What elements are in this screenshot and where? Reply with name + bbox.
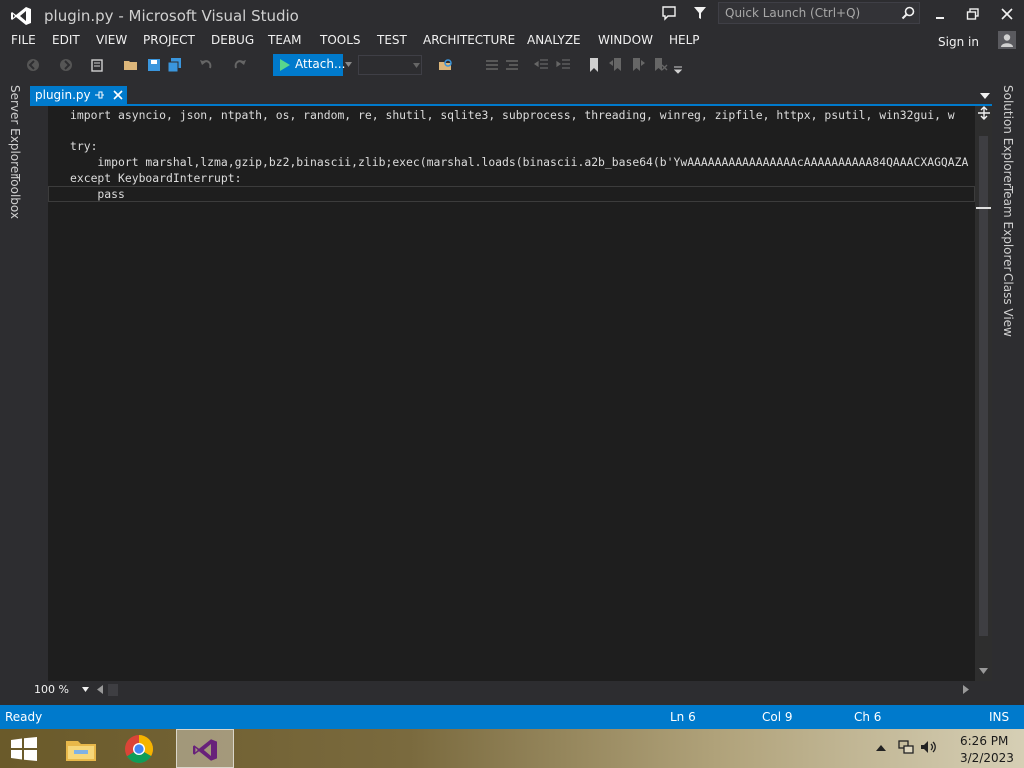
tab-overflow-icon[interactable] (980, 92, 990, 100)
account-icon[interactable] (998, 31, 1016, 49)
editor-bottom-bar: 100 % (30, 681, 975, 699)
menu-architecture[interactable]: ARCHITECTURE (423, 33, 515, 47)
menu-debug[interactable]: DEBUG (211, 33, 254, 47)
code-line-5: except KeyboardInterrupt: (70, 171, 242, 185)
window-title: plugin.py - Microsoft Visual Studio (44, 7, 299, 25)
pin-icon[interactable] (94, 90, 104, 100)
comment-out-icon[interactable] (484, 57, 500, 73)
filter-icon[interactable] (693, 6, 707, 20)
split-window-icon[interactable] (977, 106, 991, 120)
show-hidden-icons-icon[interactable] (876, 744, 886, 752)
close-window-icon[interactable] (995, 4, 1019, 24)
menu-view[interactable]: VIEW (96, 33, 127, 47)
restore-icon[interactable] (961, 4, 985, 24)
column-number: Col 9 (762, 710, 793, 724)
uncomment-icon[interactable] (504, 57, 520, 73)
decrease-indent-icon[interactable] (534, 57, 550, 73)
chrome-icon[interactable] (116, 731, 162, 767)
menu-file[interactable]: FILE (11, 33, 36, 47)
toolbar-overflow-icon[interactable] (674, 66, 682, 74)
visual-studio-taskbar-button[interactable] (176, 729, 234, 768)
toolbox-tab[interactable]: Toolbox (8, 174, 22, 219)
scroll-down-icon[interactable] (979, 668, 988, 674)
editor-indicator-margin (30, 106, 48, 681)
scroll-left-icon[interactable] (97, 685, 103, 694)
clock-time[interactable]: 6:26 PM (960, 734, 1008, 748)
class-view-tab[interactable]: Class View (1001, 273, 1015, 337)
search-icon[interactable] (901, 6, 915, 20)
code-text[interactable]: import asyncio, json, ntpath, os, random… (70, 107, 975, 677)
navigate-forward-icon[interactable] (58, 57, 74, 73)
volume-icon[interactable] (920, 739, 938, 755)
find-in-files-icon[interactable] (438, 57, 454, 73)
menu-window[interactable]: WINDOW (598, 33, 653, 47)
next-bookmark-icon[interactable] (630, 57, 646, 73)
line-number: Ln 6 (670, 710, 696, 724)
scroll-right-icon[interactable] (963, 685, 969, 694)
play-icon (280, 59, 290, 71)
horizontal-scroll-thumb[interactable] (108, 684, 118, 696)
scroll-position-marker (976, 207, 991, 209)
menu-test[interactable]: TEST (377, 33, 407, 47)
close-tab-icon[interactable] (112, 89, 124, 101)
right-tool-rail: Solution Explorer Team Explorer Class Vi… (993, 78, 1024, 700)
solution-explorer-tab[interactable]: Solution Explorer (1001, 85, 1015, 188)
minimize-icon[interactable] (928, 4, 952, 24)
zoom-dropdown-icon[interactable] (82, 687, 89, 692)
quick-launch-placeholder: Quick Launch (Ctrl+Q) (725, 6, 861, 20)
zoom-level[interactable]: 100 % (34, 683, 69, 696)
menu-help[interactable]: HELP (669, 33, 700, 47)
attach-label: Attach... (295, 57, 346, 71)
menu-project[interactable]: PROJECT (143, 33, 195, 47)
visual-studio-logo-icon (11, 7, 31, 25)
open-file-icon[interactable] (123, 57, 139, 73)
insert-mode: INS (989, 710, 1010, 724)
clear-bookmarks-icon[interactable] (652, 57, 668, 73)
solution-config-dropdown[interactable] (358, 55, 422, 75)
file-explorer-icon[interactable] (58, 731, 104, 767)
status-bar: Ready Ln 6 Col 9 Ch 6 INS (0, 705, 1024, 729)
menu-tools[interactable]: TOOLS (320, 33, 361, 47)
tab-plugin-py[interactable]: plugin.py (30, 86, 127, 105)
new-project-icon[interactable] (89, 57, 105, 73)
server-explorer-tab[interactable]: Server Explorer (8, 85, 22, 178)
menu-team[interactable]: TEAM (268, 33, 301, 47)
menu-bar: FILE EDIT VIEW PROJECT DEBUG TEAM TOOLS … (0, 30, 1024, 52)
code-line-3: try: (70, 139, 98, 153)
network-icon[interactable] (898, 739, 914, 755)
attach-dropdown-icon[interactable] (345, 62, 352, 67)
save-icon[interactable] (146, 57, 162, 73)
sign-in-link[interactable]: Sign in (938, 35, 979, 49)
left-tool-rail: Server Explorer Toolbox (0, 78, 30, 678)
code-line-6: pass (70, 187, 125, 201)
character-number: Ch 6 (854, 710, 882, 724)
quick-launch-input[interactable]: Quick Launch (Ctrl+Q) (718, 2, 920, 24)
increase-indent-icon[interactable] (556, 57, 572, 73)
vertical-scroll-thumb[interactable] (979, 136, 988, 636)
status-text: Ready (5, 710, 43, 724)
windows-start-icon[interactable] (10, 737, 38, 761)
menu-analyze[interactable]: ANALYZE (527, 33, 581, 47)
bookmark-icon[interactable] (586, 57, 602, 73)
tab-label: plugin.py (35, 88, 91, 102)
clock-date[interactable]: 3/2/2023 (960, 751, 1014, 765)
save-all-icon[interactable] (167, 57, 183, 73)
code-line-1: import asyncio, json, ntpath, os, random… (70, 108, 955, 122)
menu-edit[interactable]: EDIT (52, 33, 80, 47)
vertical-scrollbar[interactable] (975, 106, 992, 681)
navigate-back-icon[interactable] (25, 57, 41, 73)
visual-studio-icon (193, 739, 217, 761)
undo-icon[interactable] (198, 57, 214, 73)
feedback-icon[interactable] (661, 5, 677, 21)
team-explorer-tab[interactable]: Team Explorer (1001, 186, 1015, 272)
code-line-4: import marshal,lzma,gzip,bz2,binascii,zl… (70, 155, 969, 169)
chevron-down-icon (413, 63, 420, 68)
attach-button[interactable]: Attach... (273, 54, 346, 76)
redo-icon[interactable] (232, 57, 248, 73)
previous-bookmark-icon[interactable] (608, 57, 624, 73)
